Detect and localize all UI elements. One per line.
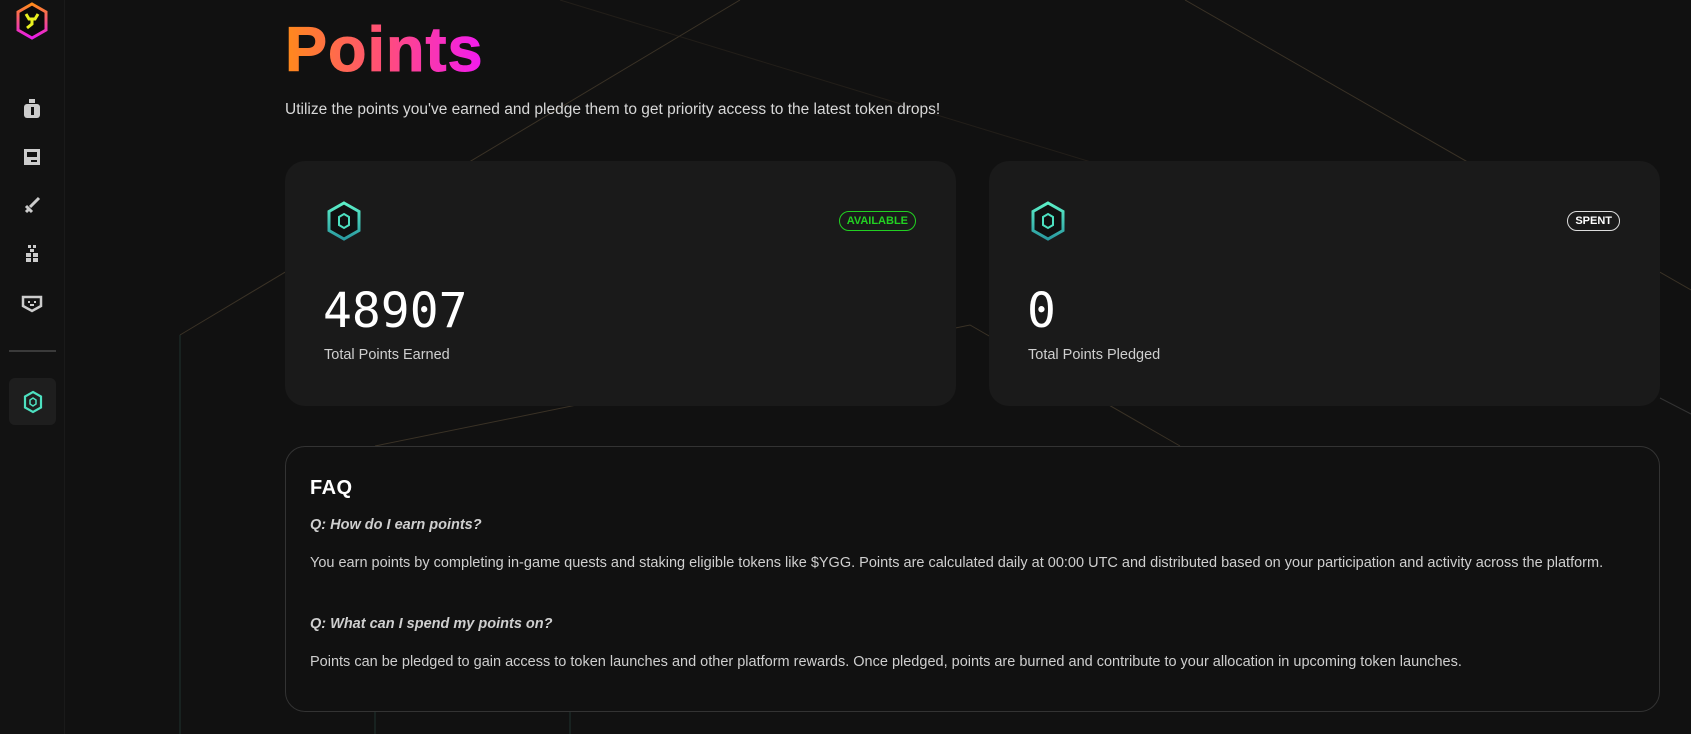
page-subtitle: Utilize the points you've earned and ple…	[285, 101, 941, 118]
points-hexagon-icon	[23, 390, 42, 413]
sidebar-item-points[interactable]	[9, 378, 56, 425]
available-badge: AVAILABLE	[838, 211, 916, 231]
faq-section: FAQ Q: How do I earn points? You earn po…	[285, 446, 1660, 712]
sidebar-divider	[9, 350, 56, 352]
page-title: Points	[285, 15, 484, 86]
spent-badge: SPENT	[1567, 211, 1620, 231]
badge-icon[interactable]	[20, 291, 44, 315]
potion-icon[interactable]	[20, 97, 44, 121]
points-earned-card: AVAILABLE 48907 Total Points Earned	[285, 161, 956, 406]
total-points-earned-value: 48907	[323, 283, 468, 339]
faq-answer: Points can be pledged to gain access to …	[310, 654, 1462, 670]
sword-icon[interactable]	[20, 194, 44, 218]
points-hexagon-icon	[1031, 201, 1065, 241]
sidebar	[0, 0, 65, 734]
faq-heading: FAQ	[310, 477, 353, 499]
faq-answer: You earn points by completing in-game qu…	[310, 555, 1604, 571]
faq-question: Q: How do I earn points?	[310, 517, 482, 533]
points-hexagon-icon	[327, 201, 361, 241]
ygg-logo-icon[interactable]	[15, 2, 49, 40]
save-icon[interactable]	[20, 145, 44, 169]
faq-question: Q: What can I spend my points on?	[310, 616, 553, 632]
points-pledged-card: SPENT 0 Total Points Pledged	[989, 161, 1660, 406]
total-points-pledged-label: Total Points Pledged	[1028, 347, 1161, 363]
total-points-pledged-value: 0	[1027, 283, 1056, 339]
gift-icon[interactable]	[20, 242, 44, 266]
total-points-earned-label: Total Points Earned	[324, 347, 450, 363]
